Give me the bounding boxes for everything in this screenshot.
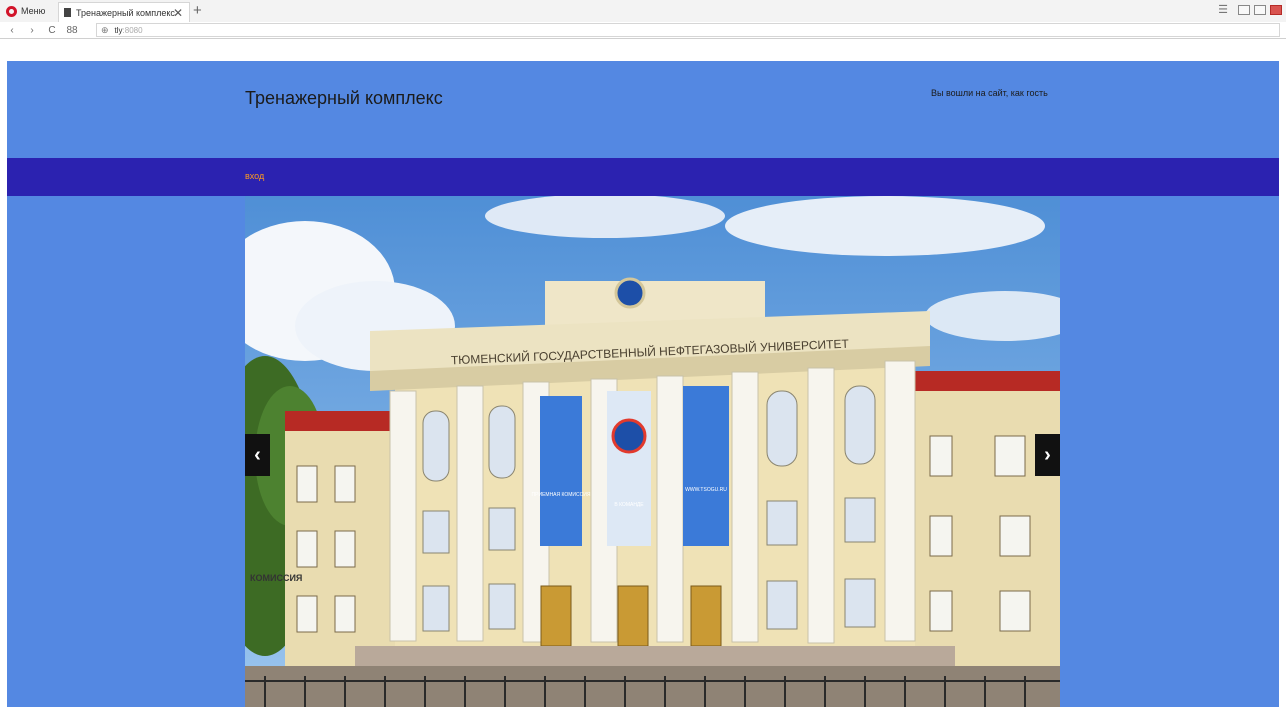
main-nav: вход (7, 158, 1279, 196)
browser-tab-active[interactable]: Тренажерный комплекс ✕ (58, 2, 190, 22)
forward-icon[interactable]: › (24, 25, 40, 36)
window-controls: ☰ (1218, 3, 1282, 16)
address-bar[interactable]: ⊕ tly :8080 (96, 23, 1280, 37)
browser-toolbar: ‹ › C 88 ⊕ tly :8080 (0, 22, 1286, 39)
browser-tabbar: Меню Тренажерный комплекс ✕ + ☰ (0, 0, 1286, 23)
close-tab-icon[interactable]: ✕ (173, 6, 183, 20)
browser-menu-label: Меню (21, 6, 46, 16)
image-slider: ТЮМЕНСКИЙ ГОСУДАРСТВЕННЫЙ НЕФТЕГАЗОВЫЙ У… (245, 196, 1060, 707)
guest-status: Вы вошли на сайт, как гость (931, 88, 1048, 98)
side-sign-text: КОМИССИЯ (250, 573, 302, 583)
reload-icon[interactable]: C (44, 25, 60, 36)
tab-menu-icon[interactable]: ☰ (1218, 3, 1228, 16)
back-icon[interactable]: ‹ (4, 25, 20, 36)
browser-menu-button[interactable]: Меню (6, 3, 45, 19)
university-building-image: ТЮМЕНСКИЙ ГОСУДАРСТВЕННЫЙ НЕФТЕГАЗОВЫЙ У… (245, 196, 1060, 707)
new-tab-button[interactable]: + (193, 2, 202, 19)
url-host: tly (114, 25, 123, 35)
maximize-button[interactable] (1254, 4, 1266, 15)
close-window-button[interactable] (1270, 4, 1282, 15)
opera-logo-icon (6, 5, 17, 17)
page-icon (64, 8, 71, 17)
speed-dial-icon[interactable]: 88 (64, 25, 80, 36)
url-port: :8080 (122, 25, 143, 35)
page-body: Тренажерный комплекс Вы вошли на сайт, к… (7, 61, 1279, 707)
site-title: Тренажерный комплекс (245, 88, 443, 108)
banner-middle-text: В КОМАНДЕ (614, 502, 644, 508)
slider-next-button[interactable]: › (1035, 434, 1060, 476)
minimize-button[interactable] (1238, 4, 1250, 15)
banner-left-text: ПРИЕМНАЯ КОМИССИЯ (532, 492, 591, 498)
globe-icon: ⊕ (101, 24, 109, 35)
nav-login-link[interactable]: вход (245, 171, 264, 181)
banner-right-text: WWW.TSOGU.RU (685, 487, 727, 493)
tab-title: Тренажерный комплекс (76, 7, 175, 18)
slider-prev-button[interactable]: ‹ (245, 434, 270, 476)
